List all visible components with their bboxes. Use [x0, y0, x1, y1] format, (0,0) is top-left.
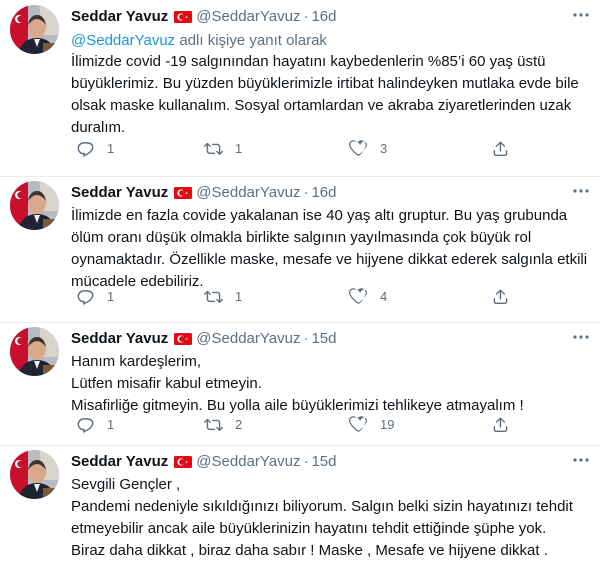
more-options-icon[interactable] — [572, 453, 590, 467]
heart-icon — [349, 415, 368, 434]
like-count: 19 — [380, 416, 395, 432]
retweet-count: 2 — [235, 416, 243, 432]
reply-button[interactable]: 1 — [76, 414, 114, 434]
tweet-text-line: Sevgili Gençler , — [71, 476, 181, 493]
heart-icon — [349, 139, 368, 158]
retweet-button[interactable]: 2 — [204, 414, 242, 434]
turkey-flag-icon — [174, 185, 192, 205]
separator-dot: · — [303, 8, 309, 25]
avatar[interactable] — [10, 181, 59, 230]
tweet-text-line: olsak maske kullanalım. Sosyal ortamlard… — [71, 97, 572, 114]
retweet-count: 1 — [235, 140, 243, 156]
author-handle[interactable]: @SeddarYavuz — [196, 330, 300, 347]
tweet-text-line: İlimizde en fazla covide yakalanan ise 4… — [71, 207, 568, 224]
like-button[interactable]: 4 — [349, 286, 387, 306]
turkey-flag-icon — [174, 454, 192, 474]
tweet-text-line: Biraz daha dikkat , biraz daha sabır ! M… — [71, 542, 548, 559]
tweet-text-line: ölüm oranı düşük olmakla birlikte salgın… — [71, 229, 532, 246]
timestamp[interactable]: 15d — [311, 453, 336, 470]
tweet[interactable]: Seddar Yavuz @SeddarYavuz · 16d @SeddarYavu… — [0, 0, 600, 177]
timestamp[interactable]: 16d — [311, 184, 336, 201]
author-handle[interactable]: @SeddarYavuz — [196, 453, 300, 470]
tweet[interactable]: Seddar Yavuz @SeddarYavuz · 15d Sevgili Gen… — [0, 445, 600, 559]
reply-count: 1 — [107, 140, 115, 156]
author-name[interactable]: Seddar Yavuz — [71, 8, 168, 25]
retweet-count: 1 — [235, 288, 243, 304]
retweet-icon — [204, 139, 223, 158]
tweet-text-line: İlimizde covid -19 salgınından hayatını … — [71, 53, 546, 70]
turkey-flag-icon — [174, 9, 192, 29]
tweet-text-line: Lütfen misafir kabul etmeyin. — [71, 375, 262, 392]
reply-count: 1 — [107, 416, 115, 432]
avatar[interactable] — [10, 327, 59, 376]
author-name[interactable]: Seddar Yavuz — [71, 184, 168, 201]
retweet-button[interactable]: 1 — [204, 286, 242, 306]
separator-dot: · — [303, 184, 309, 201]
share-button[interactable] — [491, 286, 510, 306]
tweet-text-line: etmeyebilir ancak aile büyüklerinizin ha… — [71, 520, 547, 537]
tweet-actions: 1 2 19 — [71, 414, 586, 434]
reply-icon — [76, 139, 95, 158]
reply-icon — [76, 415, 95, 434]
author-name[interactable]: Seddar Yavuz — [71, 453, 168, 470]
share-button[interactable] — [491, 138, 510, 158]
retweet-icon — [204, 415, 223, 434]
share-icon — [491, 287, 510, 306]
tweet-text: Sevgili Gençler , Pandemi nedeniyle sıkı… — [71, 474, 586, 562]
tweet-text-line: Hanım kardeşlerim, — [71, 353, 202, 370]
more-options-icon[interactable] — [572, 184, 590, 198]
author-name[interactable]: Seddar Yavuz — [71, 330, 168, 347]
more-options-icon[interactable] — [572, 330, 590, 344]
reply-context: @SeddarYavuz adlı kişiye yanıt olarak — [71, 31, 327, 51]
retweet-button[interactable]: 1 — [204, 138, 242, 158]
tweet-header: Seddar Yavuz @SeddarYavuz · 16d — [71, 7, 592, 27]
reply-context-text: adlı kişiye yanıt olarak — [175, 32, 327, 49]
reply-mention-link[interactable]: @SeddarYavuz — [71, 32, 175, 49]
tweet-text-line: oynamaktadır. Özellikle maske, mesafe ve… — [71, 251, 588, 268]
tweet-actions: 1 1 3 — [71, 138, 586, 158]
share-icon — [491, 415, 510, 434]
tweet-header: Seddar Yavuz @SeddarYavuz · 15d — [71, 329, 592, 349]
timestamp[interactable]: 15d — [311, 330, 336, 347]
like-button[interactable]: 19 — [349, 414, 394, 434]
tweet-header: Seddar Yavuz @SeddarYavuz · 16d — [71, 183, 592, 203]
turkey-flag-icon — [174, 331, 192, 351]
reply-button[interactable]: 1 — [76, 138, 114, 158]
avatar[interactable] — [10, 450, 59, 499]
reply-icon — [76, 287, 95, 306]
avatar[interactable] — [10, 5, 59, 54]
tweet-text-line: duralım. — [71, 119, 126, 136]
tweet-text-line: Pandemi nedeniyle sıkıldığınızı biliyoru… — [71, 498, 573, 515]
retweet-icon — [204, 287, 223, 306]
tweet-header: Seddar Yavuz @SeddarYavuz · 15d — [71, 452, 592, 472]
share-icon — [491, 139, 510, 158]
heart-icon — [349, 287, 368, 306]
like-count: 3 — [380, 140, 388, 156]
tweet-text: İlimizde covid -19 salgınından hayatını … — [71, 51, 586, 139]
more-options-icon[interactable] — [572, 8, 590, 22]
like-count: 4 — [380, 288, 388, 304]
author-handle[interactable]: @SeddarYavuz — [196, 8, 300, 25]
reply-button[interactable]: 1 — [76, 286, 114, 306]
separator-dot: · — [303, 453, 309, 470]
tweet-text: İlimizde en fazla covide yakalanan ise 4… — [71, 205, 588, 293]
tweet-actions: 1 1 4 — [71, 286, 586, 306]
tweet-text-line: büyüklerimiz. Bu yüzden büyüklerimizle i… — [71, 75, 579, 92]
like-button[interactable]: 3 — [349, 138, 387, 158]
tweet[interactable]: Seddar Yavuz @SeddarYavuz · 16d İlimizde en… — [0, 176, 600, 323]
timestamp[interactable]: 16d — [311, 8, 336, 25]
reply-count: 1 — [107, 288, 115, 304]
separator-dot: · — [303, 330, 309, 347]
share-button[interactable] — [491, 414, 510, 434]
author-handle[interactable]: @SeddarYavuz — [196, 184, 300, 201]
tweet-text: Hanım kardeşlerim, Lütfen misafir kabul … — [71, 351, 586, 417]
tweet[interactable]: Seddar Yavuz @SeddarYavuz · 15d Hanım karde… — [0, 322, 600, 446]
